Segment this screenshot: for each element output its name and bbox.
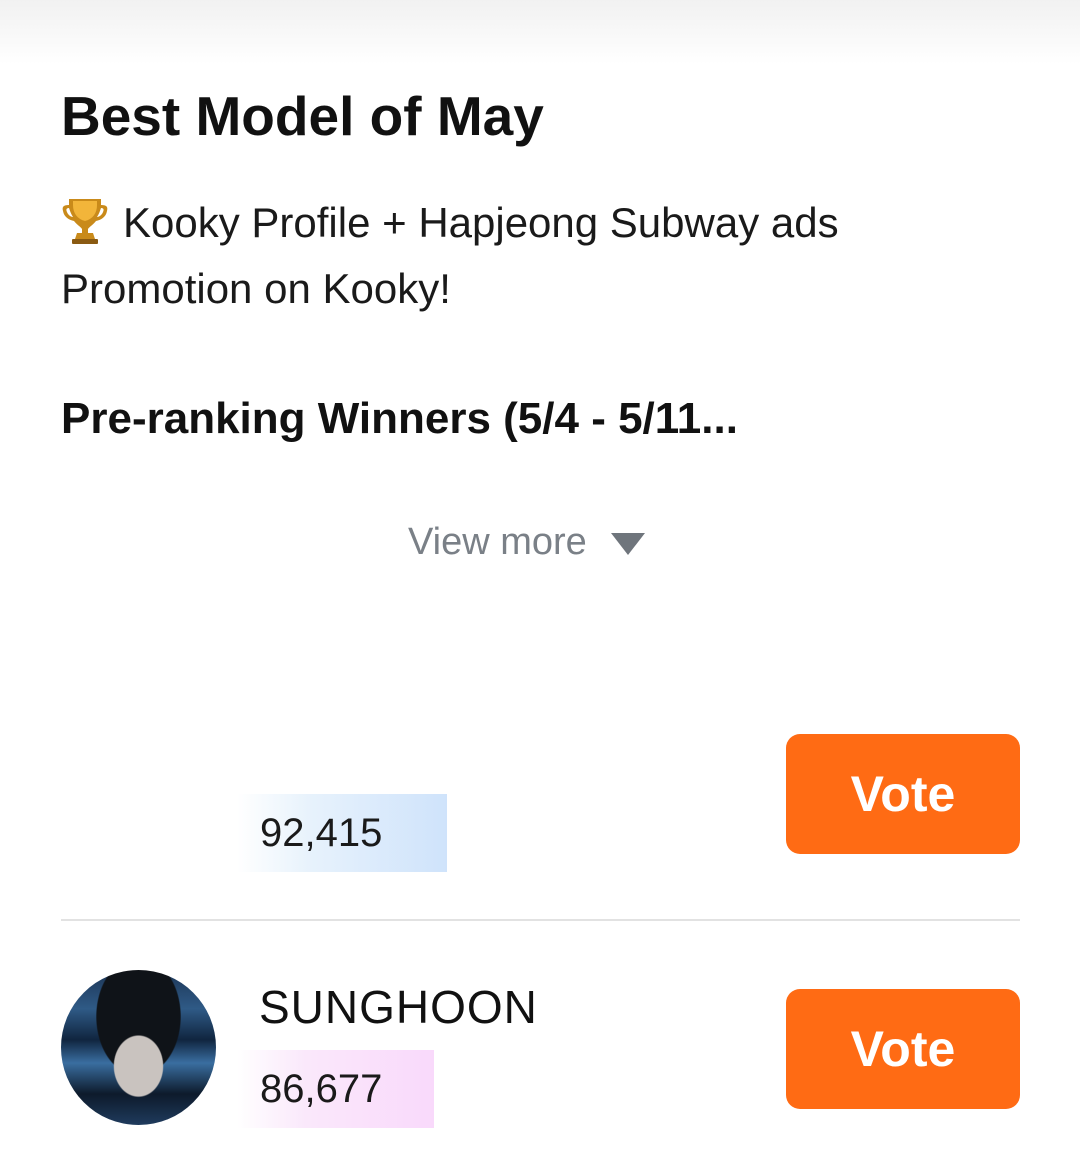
caret-down-icon (610, 533, 645, 555)
vote-button[interactable]: Vote (786, 989, 1020, 1109)
vote-count: 86,677 (237, 1050, 434, 1128)
trophy-icon (62, 199, 108, 244)
event-description: Kooky Profile + Hapjeong Subway ads Prom… (61, 190, 1021, 322)
view-more-label: View more (408, 520, 587, 563)
event-title: Best Model of May (61, 85, 544, 147)
vote-button[interactable]: Vote (786, 734, 1020, 854)
top-shadow (0, 0, 1080, 64)
row-divider (61, 919, 1020, 921)
pre-ranking-heading: Pre-ranking Winners (5/4 - 5/11... (61, 394, 738, 443)
candidate-row: 92,415 Vote (61, 726, 1020, 886)
description-line-2: Promotion on Kooky! (61, 265, 451, 312)
view-more-button[interactable]: View more (408, 516, 645, 568)
candidate-name: SUNGHOON (259, 981, 538, 1033)
vote-count: 92,415 (237, 794, 447, 872)
description-line-1: Kooky Profile + Hapjeong Subway ads (123, 199, 839, 246)
candidate-row: SUNGHOON 86,677 Vote (61, 968, 1020, 1128)
avatar[interactable] (61, 728, 216, 883)
ranking-page: Best Model of May Kooky Profile + Hapjeo… (0, 0, 1080, 1168)
avatar[interactable] (61, 970, 216, 1125)
